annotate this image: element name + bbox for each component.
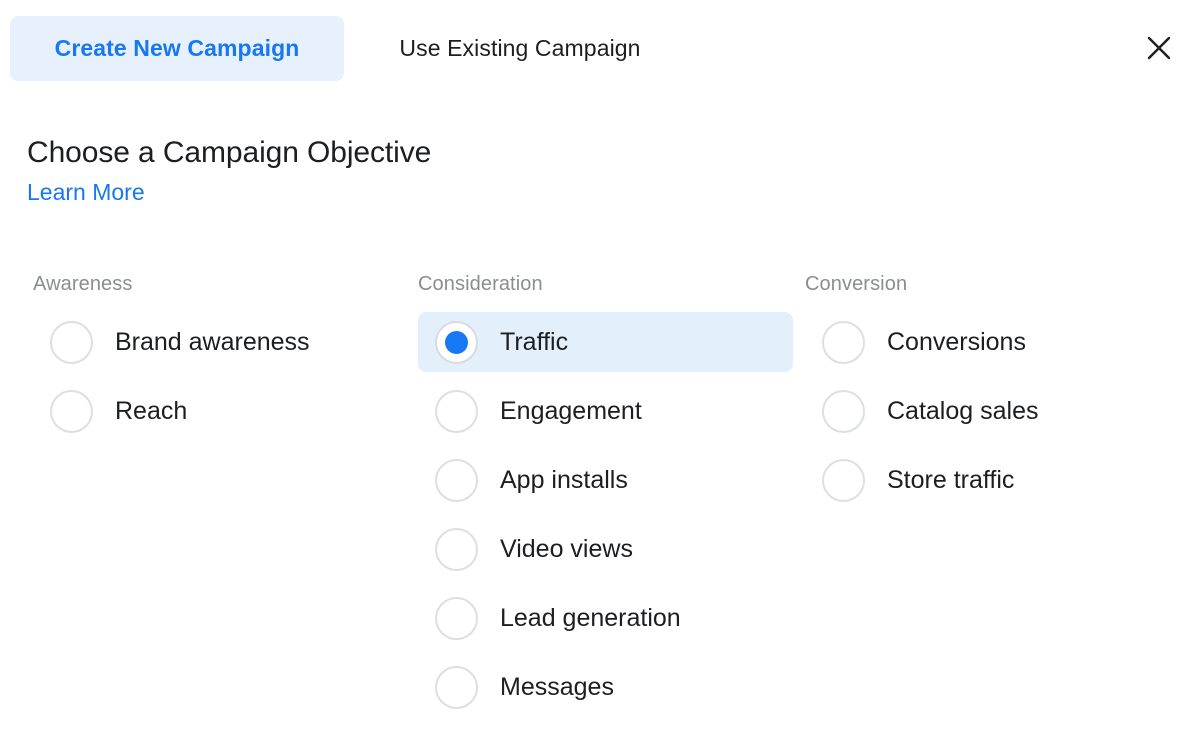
option-row-reach[interactable]: Reach <box>33 381 408 441</box>
option-label: Messages <box>500 673 614 701</box>
option-row-catalog-sales[interactable]: Catalog sales <box>805 381 1180 441</box>
option-row-brand-awareness[interactable]: Brand awareness <box>33 312 408 372</box>
category-label-awareness: Awareness <box>33 273 133 295</box>
objective-column-consideration: Consideration Traffic Engagement App ins… <box>418 272 793 726</box>
option-row-app-installs[interactable]: App installs <box>418 450 793 510</box>
tab-create-new-campaign-label: Create New Campaign <box>54 35 300 61</box>
option-label: Traffic <box>500 328 569 356</box>
learn-more-link[interactable]: Learn More <box>27 178 145 206</box>
page-title: Choose a Campaign Objective <box>27 136 432 169</box>
option-row-lead-generation[interactable]: Lead generation <box>418 588 793 648</box>
radio-icon[interactable] <box>50 320 93 364</box>
option-label: Conversions <box>887 328 1026 356</box>
tab-create-new-campaign[interactable]: Create New Campaign <box>10 16 344 81</box>
radio-icon[interactable] <box>435 389 478 433</box>
option-label: Lead generation <box>500 604 681 632</box>
category-label-consideration: Consideration <box>418 273 543 295</box>
option-label: Video views <box>500 535 633 563</box>
category-label-conversion: Conversion <box>805 273 908 295</box>
option-label: Store traffic <box>887 466 1015 494</box>
option-label: App installs <box>500 466 628 494</box>
option-row-traffic[interactable]: Traffic <box>418 312 793 372</box>
radio-icon[interactable] <box>822 389 865 433</box>
option-label: Reach <box>115 397 188 425</box>
objective-column-conversion: Conversion Conversions Catalog sales Sto… <box>805 272 1180 519</box>
option-row-store-traffic[interactable]: Store traffic <box>805 450 1180 510</box>
radio-icon-selected[interactable] <box>435 320 478 364</box>
option-label: Engagement <box>500 397 642 425</box>
radio-icon[interactable] <box>435 596 478 640</box>
option-row-engagement[interactable]: Engagement <box>418 381 793 441</box>
campaign-tab-bar: Create New Campaign Use Existing Campaig… <box>0 0 1197 96</box>
radio-icon[interactable] <box>822 458 865 502</box>
option-row-conversions[interactable]: Conversions <box>805 312 1180 372</box>
option-row-video-views[interactable]: Video views <box>418 519 793 579</box>
close-icon <box>1144 33 1174 63</box>
tab-use-existing-campaign-label: Use Existing Campaign <box>399 35 641 61</box>
option-label: Brand awareness <box>115 328 310 356</box>
option-label: Catalog sales <box>887 397 1039 425</box>
radio-icon[interactable] <box>50 389 93 433</box>
radio-icon[interactable] <box>822 320 865 364</box>
tab-use-existing-campaign[interactable]: Use Existing Campaign <box>360 16 680 81</box>
radio-icon[interactable] <box>435 458 478 502</box>
option-row-messages[interactable]: Messages <box>418 657 793 717</box>
objective-column-awareness: Awareness Brand awareness Reach <box>33 272 408 450</box>
close-button[interactable] <box>1141 30 1177 66</box>
radio-icon[interactable] <box>435 665 478 709</box>
heading-block: Choose a Campaign Objective Learn More <box>27 134 431 206</box>
radio-icon[interactable] <box>435 527 478 571</box>
